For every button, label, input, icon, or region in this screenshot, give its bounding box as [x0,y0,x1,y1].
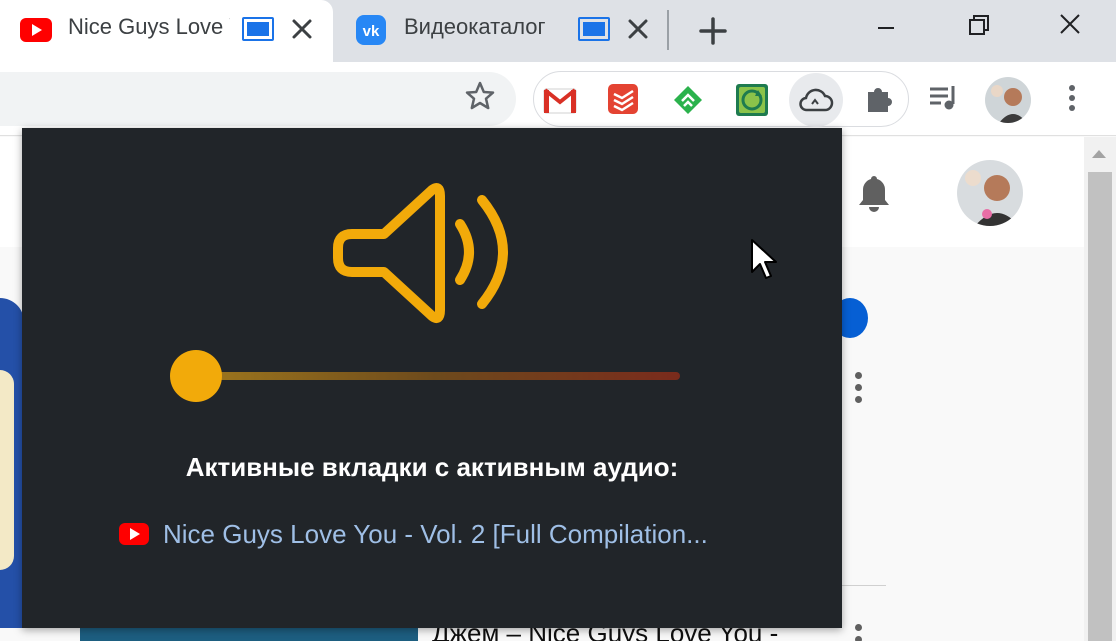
volume-slider-track[interactable] [190,372,680,380]
restore-icon[interactable] [958,8,998,44]
tab-separator [667,10,669,50]
thumbnail-art-left-cream [0,370,14,570]
profile-photo-icon [985,77,1031,123]
scroll-up-arrow-icon[interactable] [1091,148,1107,160]
screen-refresh-icon[interactable] [734,82,770,118]
tab-strip: Nice Guys Love You - Vol. 2 vk Видеоката… [0,0,1116,62]
extensions-puzzle-icon[interactable] [862,80,898,116]
window-close-icon[interactable] [1050,8,1090,44]
youtube-icon [20,18,52,42]
more-options-icon[interactable] [855,624,867,641]
cast-icon[interactable] [578,17,610,41]
tab-title: Видеокаталог [404,14,546,39]
active-audio-heading: Активные вкладки с активным аудио: [185,452,679,482]
vk-icon: vk [356,15,386,45]
youtube-icon [119,523,149,545]
bookmark-star-icon[interactable] [464,80,496,112]
tab-title: Nice Guys Love You - Vol. 2 [68,14,230,39]
address-bar[interactable] [0,72,516,126]
mouse-cursor-icon [751,239,777,279]
account-photo-icon [957,160,1023,226]
divider [842,585,886,586]
toolbar: 7 2 58 [0,62,1116,190]
video-thumbnail[interactable] [80,628,418,641]
tab-youtube[interactable]: Nice Guys Love You - Vol. 2 [0,0,333,62]
tab-vk[interactable]: vk Видеокаталог [340,0,662,62]
svg-text:vk: vk [363,23,380,40]
speaker-volume-icon [333,183,508,323]
todoist-icon[interactable] [606,82,642,118]
extensions-group [533,71,909,127]
new-tab-icon[interactable] [696,14,730,48]
notifications-bell-icon[interactable] [854,172,894,214]
minimize-icon[interactable] [866,8,906,44]
close-icon[interactable] [623,14,653,44]
feedly-icon[interactable] [670,82,706,118]
more-options-icon[interactable] [855,372,867,408]
cast-icon[interactable] [242,17,274,41]
volume-slider-thumb[interactable] [170,350,222,402]
profile-avatar[interactable] [985,77,1031,123]
volume-slider[interactable] [170,350,682,402]
cloud-audio-icon[interactable] [798,82,834,118]
volume-popup: Активные вкладки с активным аудио: Nice … [22,128,842,628]
audio-tab-item[interactable]: Nice Guys Love You - Vol. 2 [Full Compil… [119,516,708,552]
audio-tab-title[interactable]: Nice Guys Love You - Vol. 2 [Full Compil… [163,519,708,550]
gmail-icon[interactable] [542,82,578,118]
browser-menu-icon[interactable] [1054,80,1090,116]
page-avatar[interactable] [957,160,1023,226]
media-control-icon[interactable] [926,80,962,116]
scrollbar-thumb[interactable] [1088,172,1112,641]
close-icon[interactable] [287,14,317,44]
